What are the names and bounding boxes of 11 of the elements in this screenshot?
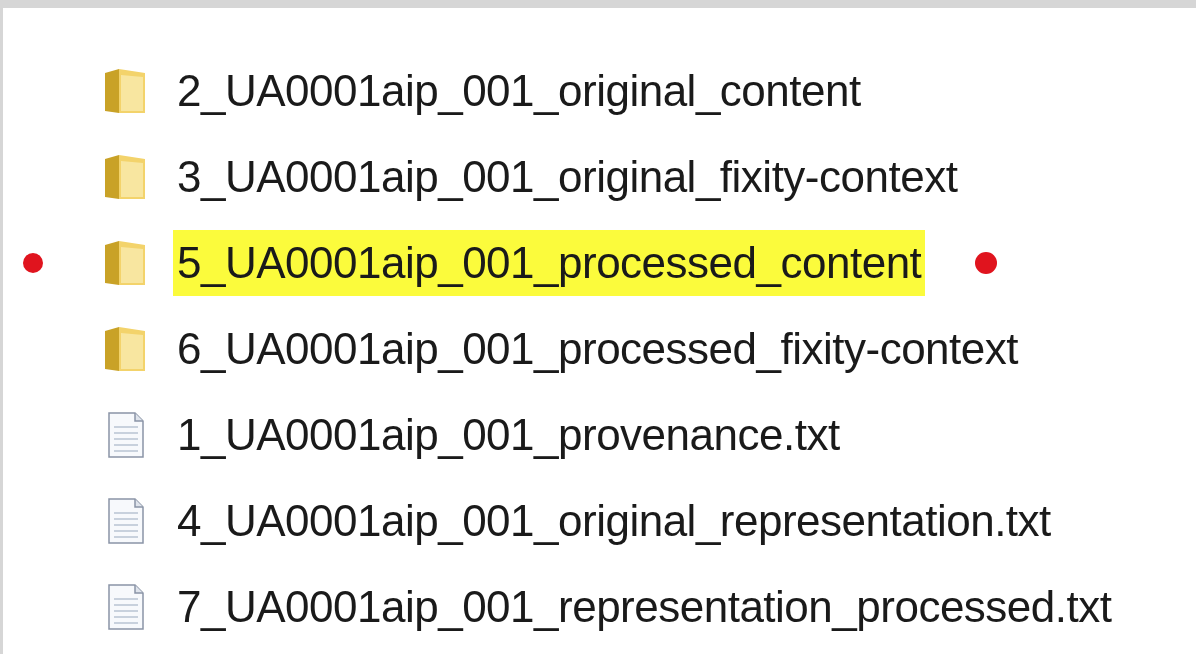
- file-name[interactable]: 4_UA0001aip_001_original_representation.txt: [173, 488, 1055, 554]
- file-name[interactable]: 1_UA0001aip_001_provenance.txt: [173, 402, 844, 468]
- file-name[interactable]: 2_UA0001aip_001_original_content: [173, 58, 865, 124]
- folder-icon: [103, 239, 147, 287]
- file-name[interactable]: 3_UA0001aip_001_original_fixity-context: [173, 144, 962, 210]
- file-name[interactable]: 6_UA0001aip_001_processed_fixity-context: [173, 316, 1022, 382]
- file-name[interactable]: 5_UA0001aip_001_processed_content: [173, 230, 926, 296]
- folder-icon: [103, 325, 147, 373]
- file-name[interactable]: 7_UA0001aip_001_representation_processed.txt: [173, 574, 1116, 640]
- folder-icon: [103, 153, 147, 201]
- folder-icon: [103, 67, 147, 115]
